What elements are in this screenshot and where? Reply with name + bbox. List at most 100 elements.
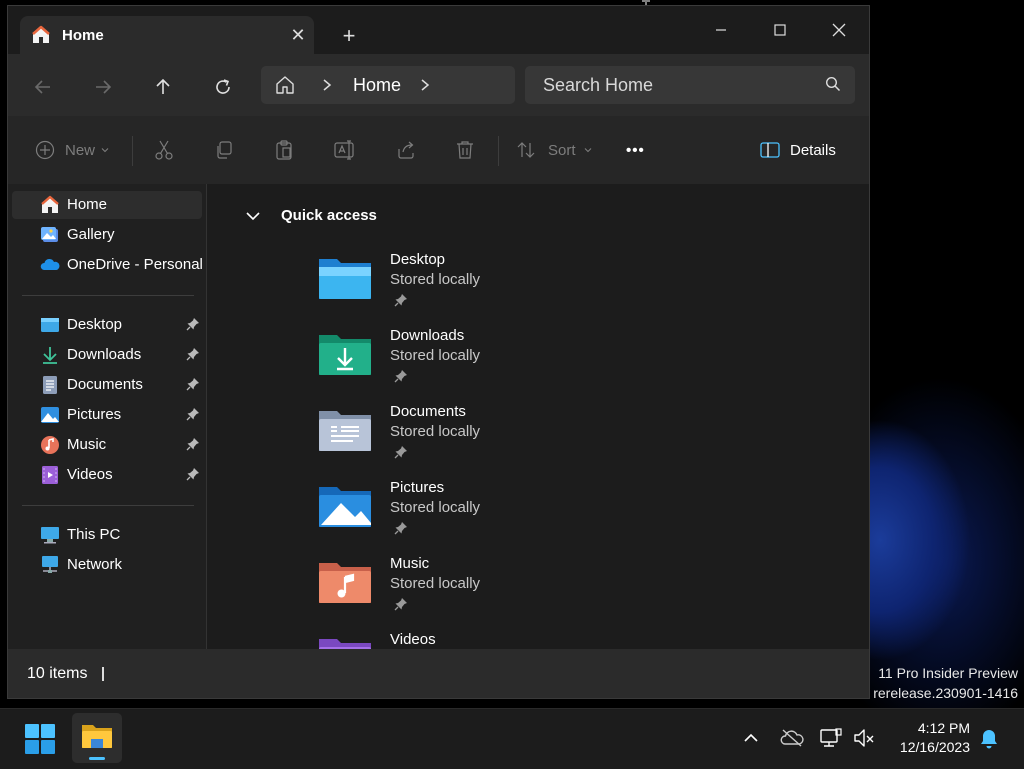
home-outline-icon (276, 76, 294, 94)
new-button[interactable]: New (35, 138, 109, 162)
share-button[interactable] (396, 138, 416, 162)
sidebar-item-label: Downloads (67, 346, 142, 363)
sidebar-item-label: Documents (67, 376, 143, 393)
minimize-icon (716, 29, 726, 31)
sidebar-item-music[interactable]: Music (12, 431, 202, 459)
taskbar-file-explorer[interactable] (72, 713, 122, 763)
sidebar-item-downloads[interactable]: Downloads (12, 341, 202, 369)
pin-icon (394, 446, 407, 459)
tab-title: Home (62, 26, 104, 44)
home-icon (32, 25, 50, 43)
folder-name: Pictures (390, 479, 445, 496)
chevron-right-icon (323, 79, 332, 91)
tab-home[interactable]: Home ✕ (20, 16, 314, 54)
sidebar-item-network[interactable]: Network (12, 551, 202, 579)
toolbar-divider (498, 136, 499, 166)
network-status-icon[interactable] (820, 727, 842, 749)
sidebar-item-this-pc[interactable]: This PC (12, 521, 202, 549)
pin-icon (186, 318, 199, 331)
folder-tile-music[interactable]: Music Stored locally (317, 555, 617, 625)
maximize-icon (774, 24, 786, 36)
onedrive-offline-icon[interactable] (780, 728, 804, 748)
sidebar-item-gallery[interactable]: Gallery (12, 221, 202, 249)
notification-bell-icon[interactable] (980, 728, 998, 750)
minimize-button[interactable] (692, 12, 750, 48)
taskbar: 4:12 PM 12/16/2023 (0, 708, 1024, 769)
folder-tile-downloads[interactable]: Downloads Stored locally (317, 327, 617, 397)
sidebar-item-label: Home (67, 196, 108, 213)
sidebar-item-label: Gallery (67, 226, 115, 243)
folder-name: Music (390, 555, 430, 572)
network-icon (42, 556, 58, 573)
folder-name: Downloads (390, 327, 465, 344)
new-tab-button[interactable]: + (338, 25, 360, 47)
this-pc-icon (41, 527, 59, 544)
content-pane: Quick access Desktop Stored locally Down… (207, 184, 869, 649)
windows-start-icon[interactable] (25, 724, 55, 754)
folder-tile-pictures[interactable]: Pictures Stored locally (317, 479, 617, 549)
up-button[interactable] (146, 70, 180, 104)
see-more-button[interactable]: ••• (626, 138, 645, 162)
sidebar-item-label: Desktop (67, 316, 123, 333)
show-hidden-icons-chevron-up-icon[interactable] (743, 731, 759, 745)
search-placeholder: Search Home (543, 75, 654, 95)
refresh-button[interactable] (206, 70, 240, 104)
chevron-down-icon[interactable] (245, 208, 261, 224)
chevron-right-icon[interactable] (419, 76, 431, 94)
folder-tile-desktop[interactable]: Desktop Stored locally (317, 251, 617, 321)
details-pane-icon (760, 142, 780, 158)
sidebar-item-videos[interactable]: Videos (12, 461, 202, 489)
sidebar-item-label: Network (67, 556, 123, 573)
clock-time: 4:12 PM (917, 720, 970, 736)
close-window-button[interactable] (810, 12, 868, 48)
videos-icon (42, 466, 58, 484)
clock-date: 12/16/2023 (899, 739, 970, 755)
folder-status: Stored locally (390, 271, 481, 288)
scissors-icon (155, 140, 173, 160)
pictures-icon (41, 407, 59, 423)
folder-status: Stored locally (390, 575, 481, 592)
delete-button[interactable] (456, 138, 474, 162)
rename-icon (334, 140, 354, 160)
home-icon (41, 195, 59, 213)
pin-icon (394, 598, 407, 611)
details-button[interactable]: Details (760, 138, 836, 162)
maximize-button[interactable] (751, 12, 809, 48)
pin-icon (186, 378, 199, 391)
close-tab-icon[interactable]: ✕ (288, 25, 308, 45)
sidebar-item-pictures[interactable]: Pictures (12, 401, 202, 429)
folder-status: Stored locally (390, 499, 481, 516)
watermark-build: rerelease.230901-1416 (873, 685, 1018, 701)
chevron-down-icon (101, 148, 109, 153)
sort-button[interactable]: Sort (516, 138, 592, 162)
desktop-folder-icon (41, 318, 59, 332)
search-box[interactable]: Search Home (525, 66, 855, 104)
pin-icon (186, 438, 199, 451)
copy-button[interactable] (214, 138, 234, 162)
address-bar[interactable]: Home (261, 66, 515, 104)
sidebar-item-home[interactable]: Home (12, 191, 202, 219)
system-clock[interactable]: 4:12 PM 12/16/2023 (900, 719, 970, 757)
cut-button[interactable] (154, 138, 174, 162)
sidebar-item-documents[interactable]: Documents (12, 371, 202, 399)
rename-button[interactable] (334, 138, 356, 162)
forward-button[interactable] (86, 70, 120, 104)
file-explorer-icon (82, 725, 112, 748)
folder-status: Stored locally (390, 423, 481, 440)
music-icon (41, 436, 59, 454)
plus-circle-icon (35, 140, 55, 160)
sidebar-item-onedrive[interactable]: OneDrive - Personal (12, 251, 203, 279)
folder-tile-documents[interactable]: Documents Stored locally (317, 403, 617, 473)
sort-label: Sort (548, 141, 576, 159)
sidebar-item-desktop[interactable]: Desktop (12, 311, 202, 339)
folder-tile-videos[interactable]: Videos (317, 631, 617, 649)
paste-button[interactable] (274, 138, 294, 162)
back-button[interactable] (26, 70, 60, 104)
documents-icon (43, 376, 57, 394)
sidebar-item-label: Pictures (67, 406, 122, 423)
watermark-edition: 11 Pro Insider Preview (878, 665, 1018, 681)
volume-muted-icon[interactable] (853, 727, 875, 749)
address-location[interactable]: Home (353, 75, 401, 96)
close-icon (832, 23, 846, 37)
quick-access-header[interactable]: Quick access (281, 207, 377, 224)
